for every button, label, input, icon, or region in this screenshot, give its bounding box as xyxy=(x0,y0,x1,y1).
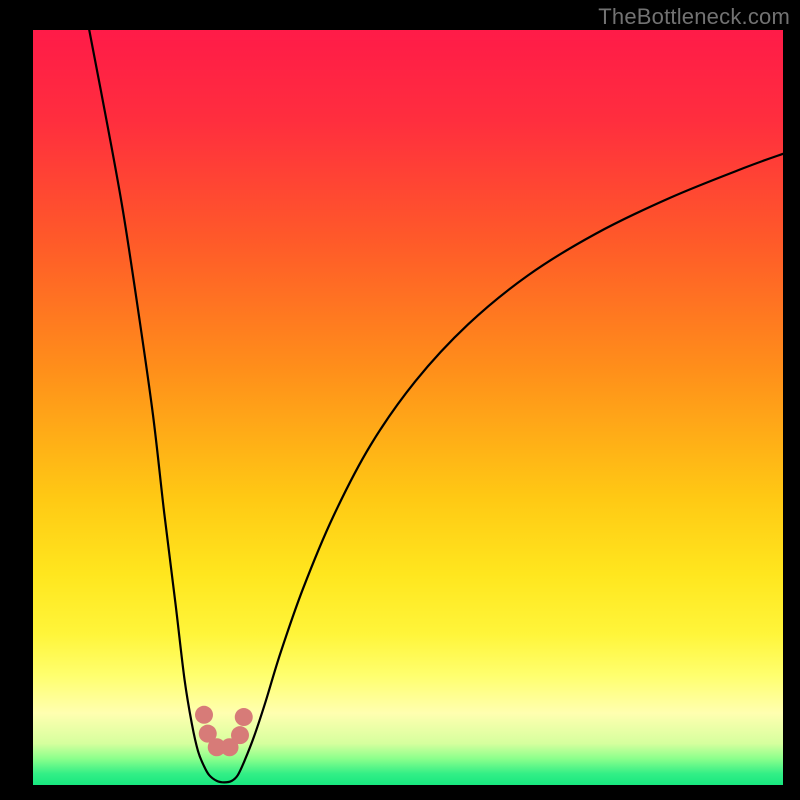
outer-frame: TheBottleneck.com xyxy=(0,0,800,800)
trough-marker xyxy=(235,708,253,726)
trough-marker xyxy=(195,706,213,724)
plot-area xyxy=(33,30,783,785)
watermark-text: TheBottleneck.com xyxy=(598,4,790,30)
trough-marker xyxy=(231,726,249,744)
gradient-background xyxy=(33,30,783,785)
chart-svg xyxy=(33,30,783,785)
